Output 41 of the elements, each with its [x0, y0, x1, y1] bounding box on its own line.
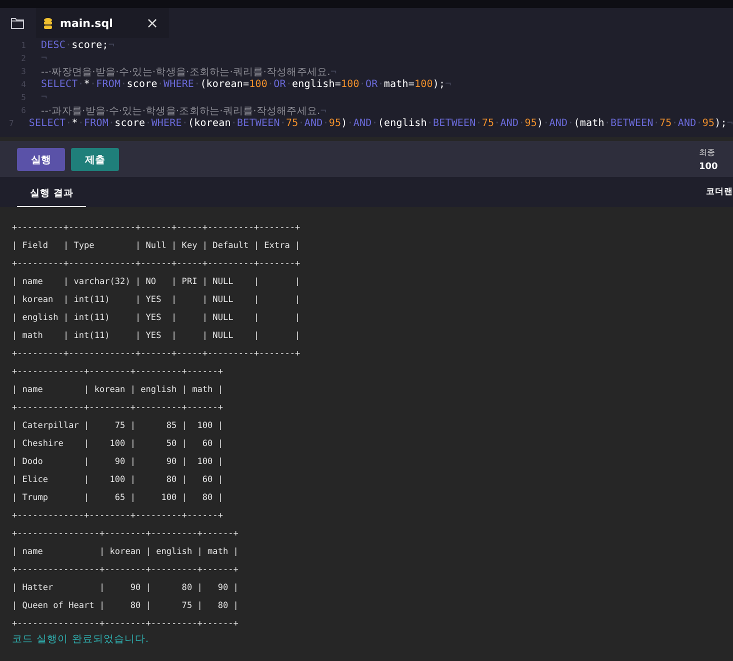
code-line: SELECT·*·FROM·score·WHERE·(korean·BETWEEN·75·AND·95)·AND·(english·BETWEEN·75·AND·95)·AND·(math·BETWEEN·75·AND·95);¬ [28, 118, 733, 129]
result-tab[interactable]: 실행 결과 [17, 187, 86, 207]
status-message: 코드 실행이 완료되었습니다. [12, 633, 150, 647]
output-line: | Elice | 100 | 80 | 60 | [12, 474, 224, 487]
submit-button[interactable]: 제출 [71, 148, 119, 171]
output-line: | Trump | 65 | 100 | 80 | [12, 492, 224, 505]
code-line: --·짜장면을·받을·수·있는·학생을·조회하는·쿼리를·작성해주세요.¬ [41, 66, 337, 78]
database-icon [44, 18, 52, 28]
output-line: +---------+-------------+------+-----+---------+-------+ [12, 222, 302, 235]
code-line: ¬ [41, 92, 48, 103]
code-line: DESC·score;¬ [41, 40, 114, 51]
score-value: 100 [699, 162, 719, 172]
close-icon[interactable]: × [146, 16, 159, 30]
output-line: +---------+-------------+------+-----+---------+-------+ [12, 348, 302, 361]
output-line: +----------------+--------+---------+------+ [12, 528, 240, 541]
code-line: ¬ [41, 53, 48, 64]
score-label: 최종 [699, 147, 716, 158]
output-line: +-------------+--------+---------+------+ [12, 510, 224, 523]
output-line: | name | varchar(32) | NO | PRI | NULL | | [12, 276, 302, 289]
output-line: | Cheshire | 100 | 50 | 60 | [12, 438, 224, 451]
output-line: | korean | int(11) | YES | | NULL | | [12, 294, 302, 307]
output-line: | english | int(11) | YES | | NULL | | [12, 312, 302, 325]
output-line: +-------------+--------+---------+------+ [12, 402, 224, 415]
output-line: | Dodo | 90 | 90 | 100 | [12, 456, 224, 469]
run-button[interactable]: 실행 [17, 148, 65, 171]
output-line: | Hatter | 90 | 80 | 90 | [12, 582, 240, 595]
output-line: +---------+-------------+------+-----+---------+-------+ [12, 258, 302, 271]
output-line: | name | korean | english | math | [12, 384, 224, 397]
code-line: SELECT·*·FROM·score·WHERE·(korean=100·OR·english=100·OR·math=100);¬ [41, 79, 452, 90]
output-line: +----------------+--------+---------+------+ [12, 618, 240, 631]
output-line: | name | korean | english | math | [12, 546, 240, 559]
result-tab[interactable]: 코더랜 [706, 186, 733, 207]
output-line: +-------------+--------+---------+------+ [12, 366, 224, 379]
output-line: +----------------+--------+---------+------+ [12, 564, 240, 577]
output-line: | math | int(11) | YES | | NULL | | [12, 330, 302, 343]
output-line: | Caterpillar | 75 | 85 | 100 | [12, 420, 224, 433]
code-line: --·과자를·받을·수·있는·학생을·조회하는·쿼리를·작성해주세요.¬ [41, 104, 326, 118]
file-tab[interactable]: main.sql × [36, 8, 169, 38]
output-line: | Field | Type | Null | Key | Default | Extra | [12, 240, 302, 253]
output-line: | Queen of Heart | 80 | 75 | 80 | [12, 600, 240, 613]
folder-icon[interactable] [11, 18, 24, 28]
